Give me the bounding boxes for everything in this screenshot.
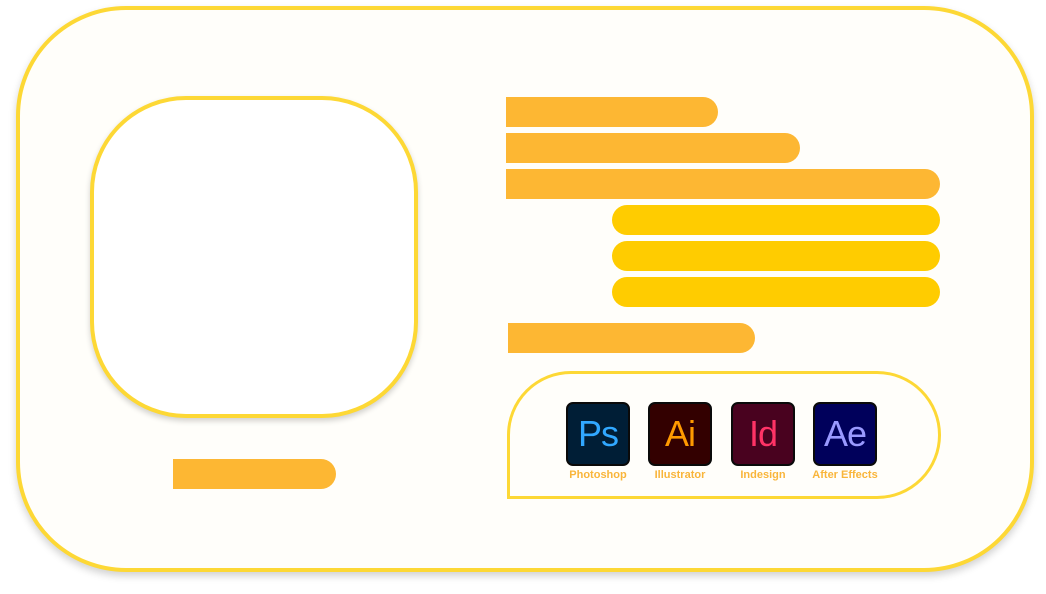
profile-photo-placeholder xyxy=(90,96,418,418)
detail-bar-3 xyxy=(612,277,940,307)
name-placeholder-bar xyxy=(173,459,336,489)
app-label: After Effects xyxy=(812,469,878,481)
app-illustrator: Ai Illustrator xyxy=(640,402,720,481)
detail-bar-2 xyxy=(612,241,940,271)
app-label: Illustrator xyxy=(654,469,706,481)
app-photoshop: Ps Photoshop xyxy=(558,402,638,481)
indesign-icon: Id xyxy=(731,402,795,466)
info-bar-2 xyxy=(506,133,800,163)
app-label: Photoshop xyxy=(569,469,627,481)
photoshop-icon: Ps xyxy=(566,402,630,466)
info-bar-4 xyxy=(508,323,755,353)
app-after-effects: Ae After Effects xyxy=(805,402,885,481)
info-bar-1 xyxy=(506,97,718,127)
skills-panel: Ps Photoshop Ai Illustrator Id Indesign … xyxy=(507,371,941,499)
illustrator-icon: Ai xyxy=(648,402,712,466)
app-indesign: Id Indesign xyxy=(723,402,803,481)
info-bar-3 xyxy=(506,169,940,199)
after-effects-icon: Ae xyxy=(813,402,877,466)
detail-bar-1 xyxy=(612,205,940,235)
app-label: Indesign xyxy=(740,469,786,481)
